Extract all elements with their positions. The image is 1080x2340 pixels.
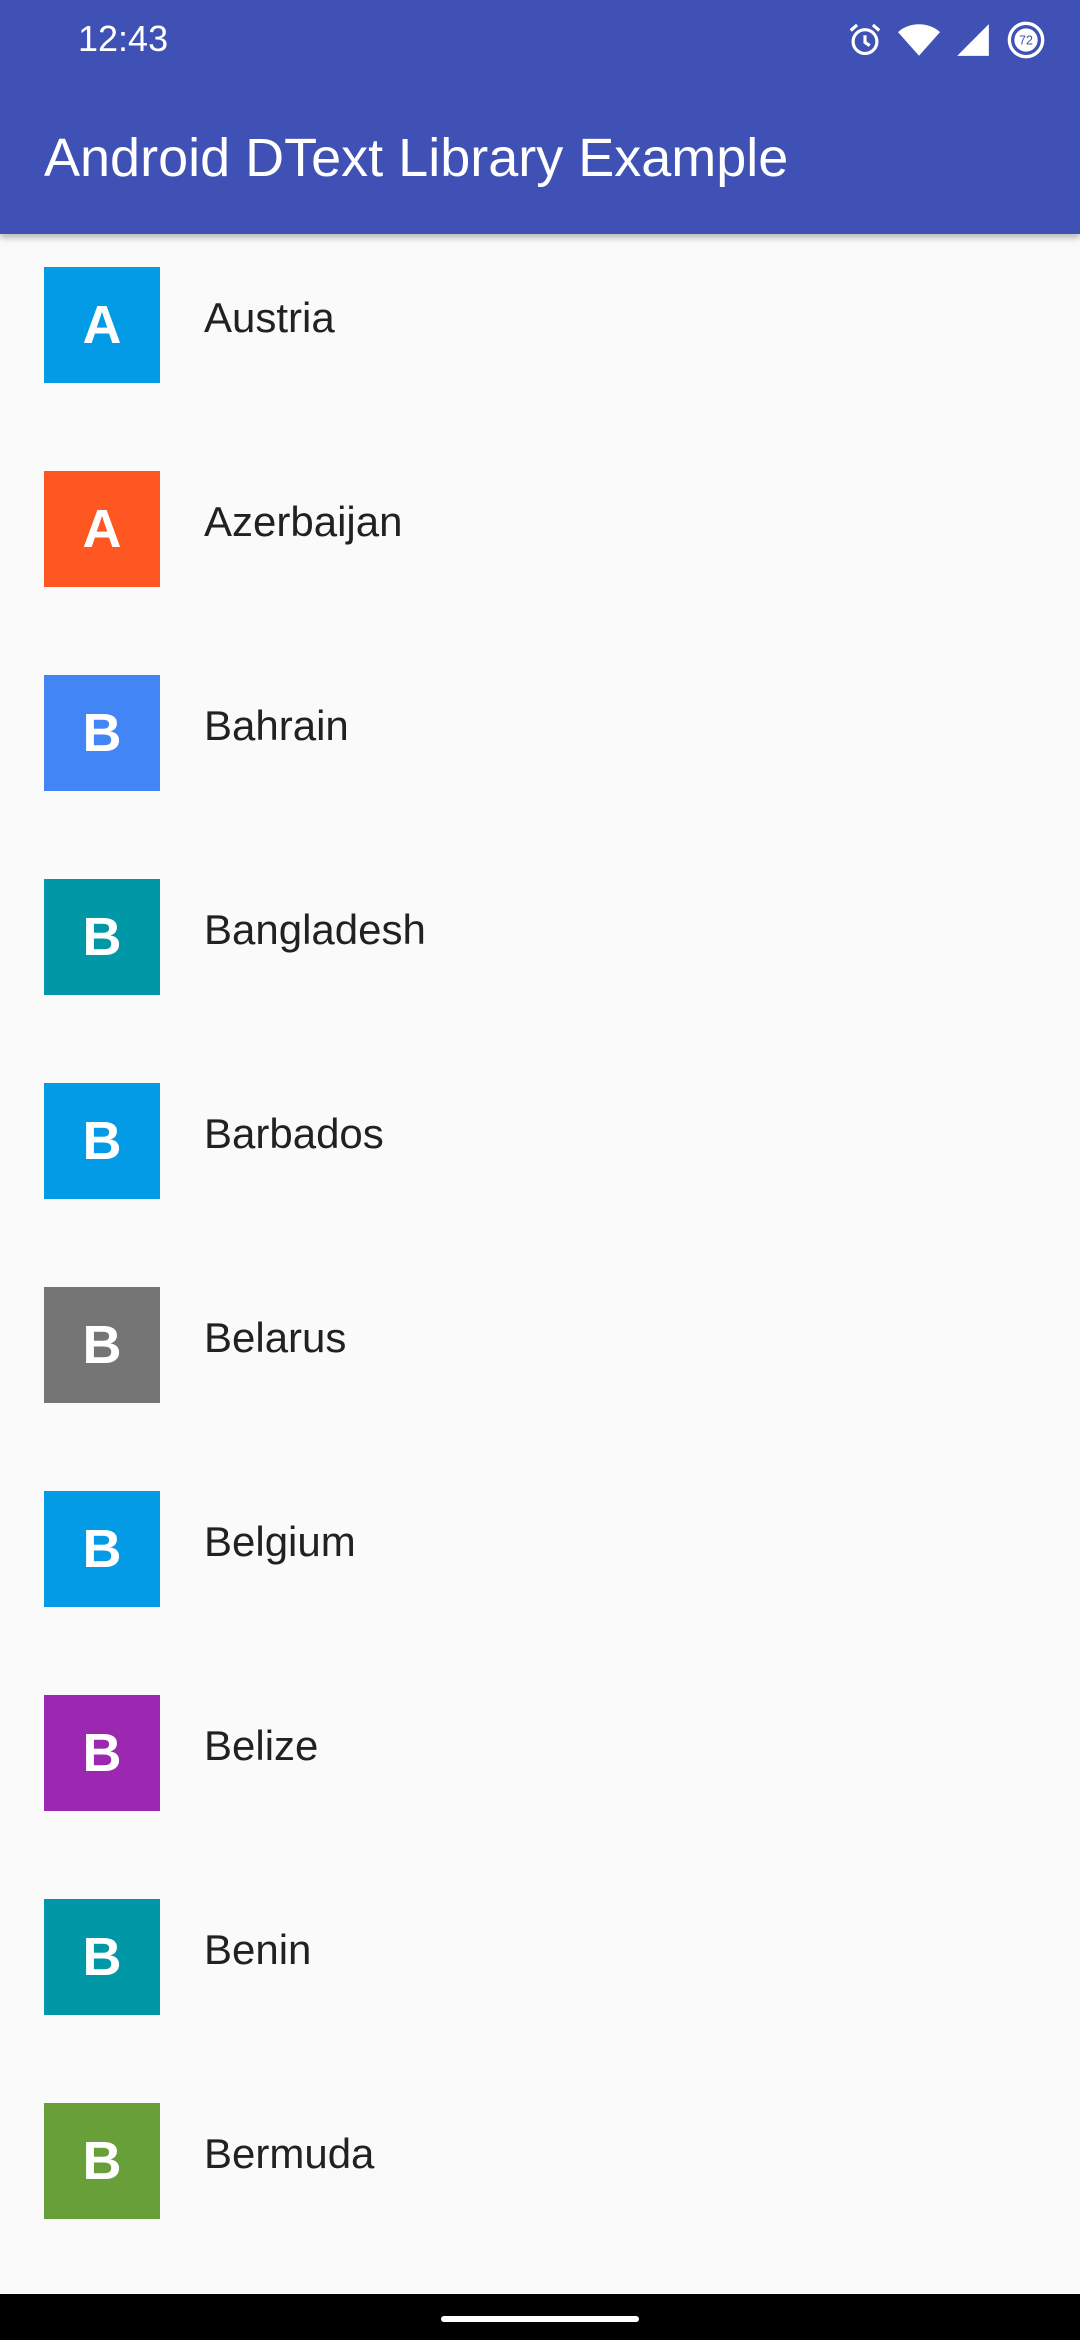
list-item[interactable]: B Bermuda — [0, 2070, 1080, 2274]
list-item[interactable]: B Belarus — [0, 1254, 1080, 1458]
status-icons: 72 — [846, 18, 1046, 62]
letter-avatar: A — [44, 471, 160, 587]
letter-avatar: B — [44, 675, 160, 791]
country-name: Bermuda — [204, 2130, 375, 2177]
list-item[interactable]: B Belize — [0, 1662, 1080, 1866]
app-bar: Android DText Library Example — [0, 79, 1080, 234]
navigation-bar — [0, 2294, 1080, 2340]
home-gesture-handle[interactable] — [441, 2316, 639, 2322]
country-name: Bangladesh — [204, 906, 426, 953]
list-item[interactable]: B Bangladesh — [0, 846, 1080, 1050]
alarm-icon — [846, 21, 884, 59]
letter-avatar: B — [44, 2103, 160, 2219]
status-time: 12:43 — [78, 18, 169, 59]
list-item[interactable]: B Bahrain — [0, 642, 1080, 846]
list-item[interactable]: B Benin — [0, 1866, 1080, 2070]
letter-avatar: B — [44, 1899, 160, 2015]
letter-avatar: B — [44, 879, 160, 995]
country-name: Belize — [204, 1722, 319, 1769]
list-item[interactable]: A Austria — [0, 234, 1080, 438]
signal-icon — [954, 21, 992, 59]
country-name: Belarus — [204, 1314, 347, 1361]
letter-avatar: B — [44, 1287, 160, 1403]
app-title: Android DText Library Example — [44, 128, 789, 188]
country-name: Benin — [204, 1926, 312, 1973]
country-name: Belgium — [204, 1518, 356, 1565]
letter-avatar: B — [44, 1695, 160, 1811]
battery-level: 72 — [1019, 33, 1033, 47]
list-item[interactable]: B Belgium — [0, 1458, 1080, 1662]
list-item[interactable]: B Barbados — [0, 1050, 1080, 1254]
country-name: Azerbaijan — [204, 498, 403, 545]
country-name: Bahrain — [204, 702, 349, 749]
country-name: Barbados — [204, 1110, 384, 1157]
letter-avatar: B — [44, 1083, 160, 1199]
country-name: Austria — [204, 294, 335, 341]
wifi-icon — [898, 21, 940, 59]
list-item[interactable]: A Azerbaijan — [0, 438, 1080, 642]
battery-icon: 72 — [1006, 20, 1046, 60]
letter-avatar: A — [44, 267, 160, 383]
letter-avatar: B — [44, 1491, 160, 1607]
status-bar: 12:43 72 — [0, 0, 1080, 79]
country-list[interactable]: A Austria A Azerbaijan B Bahrain B Bangl… — [0, 234, 1080, 2294]
